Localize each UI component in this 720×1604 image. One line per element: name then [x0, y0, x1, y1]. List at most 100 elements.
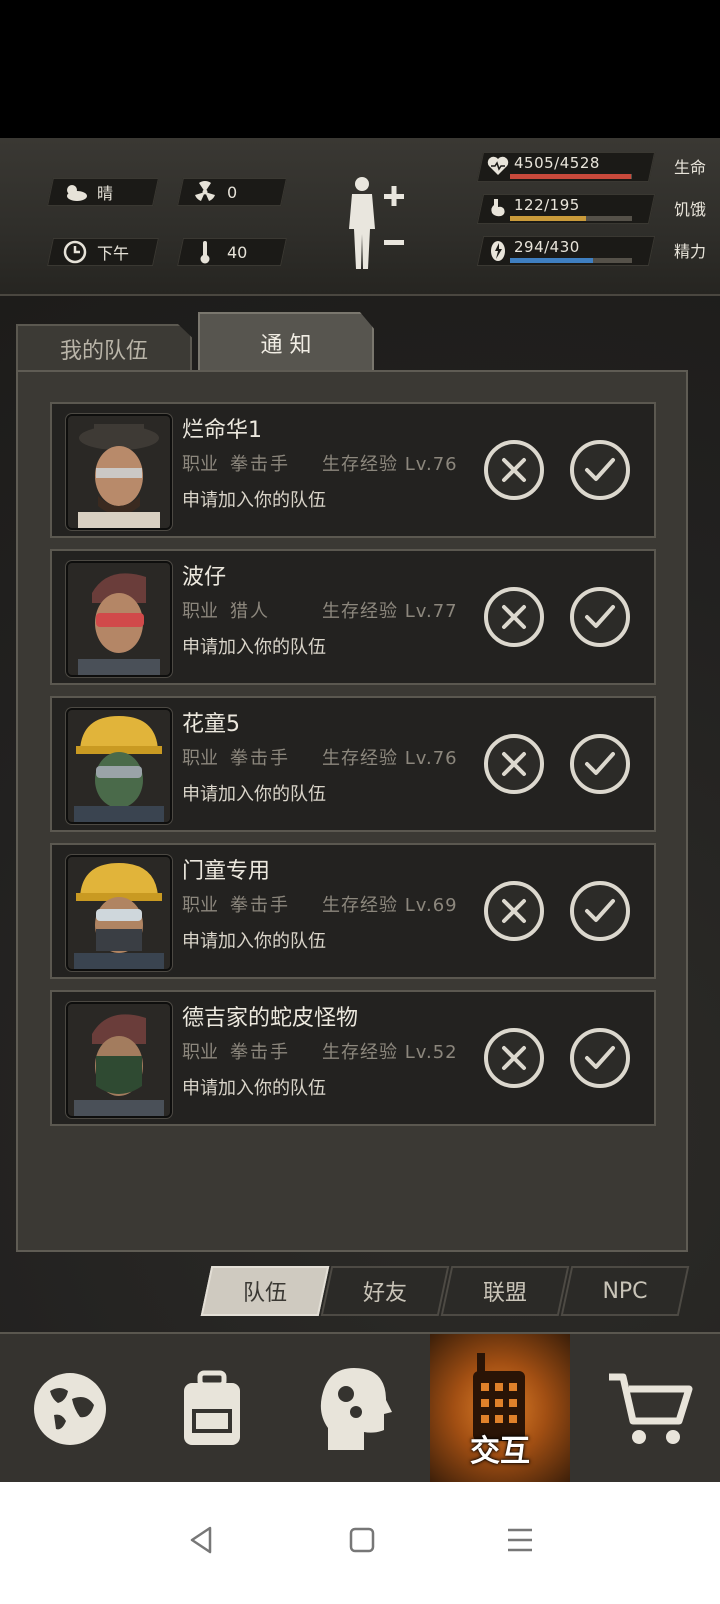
request-card: 花童5 职业 拳击手 生存经验 Lv.76 申请加入你的队伍	[50, 696, 656, 832]
avatar	[66, 414, 172, 530]
request-message: 申请加入你的队伍	[182, 931, 326, 952]
tab-notifications[interactable]: 通 知	[198, 312, 374, 372]
temperature-text: 40	[227, 242, 248, 262]
health-label: 生命	[673, 158, 706, 177]
exp-level: 生存经验 Lv.52	[322, 1042, 458, 1063]
subtab-npc-label: NPC	[602, 1278, 648, 1304]
subtab-team[interactable]: 队伍	[200, 1266, 330, 1316]
status-bar: 晴 0 下午 40 4505/4528 生命 122/195 饥饿 294/43…	[0, 138, 720, 296]
back-icon	[190, 1526, 212, 1554]
request-message: 申请加入你的队伍	[182, 1078, 326, 1099]
weather-chip: 晴	[47, 178, 159, 206]
body-status-button[interactable]	[344, 174, 414, 274]
time-text: 下午	[97, 244, 130, 263]
request-message: 申请加入你的队伍	[182, 637, 326, 658]
reject-button[interactable]	[484, 440, 544, 500]
reject-button[interactable]	[484, 881, 544, 941]
job-value: 拳击手	[230, 748, 290, 769]
close-icon	[502, 752, 526, 776]
home-icon	[349, 1527, 375, 1553]
exp-level: 生存经验 Lv.69	[322, 895, 458, 916]
subtab-friends-label: 好友	[362, 1281, 407, 1306]
close-icon	[502, 458, 526, 482]
job-label: 职业	[182, 601, 218, 622]
job-label: 职业	[182, 895, 218, 916]
subtab-npc[interactable]: NPC	[560, 1266, 690, 1316]
job-label: 职业	[182, 748, 218, 769]
player-name: 门童专用	[182, 859, 271, 884]
nav-map[interactable]	[0, 1334, 140, 1484]
check-icon	[585, 899, 615, 922]
energy-bar	[510, 258, 594, 263]
job-label: 职业	[182, 1042, 218, 1063]
heart-icon	[486, 154, 510, 178]
exp-level: 生存经验 Lv.76	[322, 748, 458, 769]
nav-backpack[interactable]	[142, 1334, 282, 1484]
reject-button[interactable]	[484, 734, 544, 794]
bottom-nav: 交互	[0, 1332, 720, 1484]
player-name: 花童5	[182, 712, 240, 737]
accept-button[interactable]	[570, 1028, 630, 1088]
request-card: 德吉家的蛇皮怪物 职业 拳击手 生存经验 Lv.52 申请加入你的队伍	[50, 990, 656, 1126]
avatar	[66, 855, 172, 971]
radiation-chip: 0	[177, 178, 287, 206]
job-value: 拳击手	[230, 454, 290, 475]
tab-my-team-label: 我的队伍	[59, 339, 148, 364]
energy-value: 294/430	[514, 238, 580, 256]
tab-my-team[interactable]: 我的队伍	[16, 324, 192, 372]
nav-interact[interactable]: 交互	[430, 1334, 570, 1484]
subtab-alliance[interactable]: 联盟	[440, 1266, 570, 1316]
thermometer-icon	[191, 240, 219, 264]
nav-skills[interactable]	[284, 1334, 424, 1484]
job-value: 拳击手	[230, 895, 290, 916]
hunger-stat: 122/195 饥饿	[476, 194, 706, 224]
clock-icon	[61, 240, 89, 264]
job-label: 职业	[182, 454, 218, 475]
job-value: 猎人	[230, 601, 270, 622]
player-name: 烂命华1	[182, 418, 262, 443]
request-message: 申请加入你的队伍	[182, 784, 326, 805]
exp-level: 生存经验 Lv.77	[322, 601, 458, 622]
system-home-button[interactable]	[342, 1520, 382, 1560]
system-nav	[0, 1482, 720, 1604]
request-card: 烂命华1 职业 拳击手 生存经验 Lv.76 申请加入你的队伍	[50, 402, 656, 538]
menu-icon	[508, 1528, 532, 1552]
nav-shop[interactable]	[580, 1334, 720, 1484]
hunger-label: 饥饿	[673, 200, 706, 219]
cloud-sun-icon	[61, 180, 89, 204]
cart-icon	[609, 1373, 693, 1444]
health-value: 4505/4528	[514, 154, 600, 172]
check-icon	[585, 605, 615, 628]
top-black-area	[0, 0, 720, 138]
health-stat: 4505/4528 生命	[476, 152, 706, 182]
request-card: 门童专用 职业 拳击手 生存经验 Lv.69 申请加入你的队伍	[50, 843, 656, 979]
nav-interact-label: 交互	[470, 1434, 530, 1469]
accept-button[interactable]	[570, 440, 630, 500]
stomach-icon	[486, 196, 510, 220]
head-gears-icon	[320, 1368, 392, 1450]
radiation-text: 0	[227, 182, 238, 202]
check-icon	[585, 1046, 615, 1069]
tab-notifications-label: 通 知	[260, 333, 312, 358]
system-menu-button[interactable]	[500, 1520, 540, 1560]
subtab-team-label: 队伍	[242, 1281, 287, 1306]
avatar	[66, 708, 172, 824]
close-icon	[502, 1046, 526, 1070]
reject-button[interactable]	[484, 587, 544, 647]
player-name: 德吉家的蛇皮怪物	[182, 1006, 359, 1031]
exp-level: 生存经验 Lv.76	[322, 454, 458, 475]
time-chip: 下午	[47, 238, 159, 266]
weather-text: 晴	[97, 184, 114, 203]
health-bar	[510, 174, 632, 179]
system-back-button[interactable]	[182, 1520, 222, 1560]
close-icon	[502, 605, 526, 629]
subtab-friends[interactable]: 好友	[320, 1266, 450, 1316]
reject-button[interactable]	[484, 1028, 544, 1088]
accept-button[interactable]	[570, 881, 630, 941]
hunger-bar	[510, 216, 587, 221]
request-card: 波仔 职业 猎人 生存经验 Lv.77 申请加入你的队伍	[50, 549, 656, 685]
job-value: 拳击手	[230, 1042, 290, 1063]
accept-button[interactable]	[570, 734, 630, 794]
accept-button[interactable]	[570, 587, 630, 647]
globe-icon	[34, 1373, 106, 1445]
